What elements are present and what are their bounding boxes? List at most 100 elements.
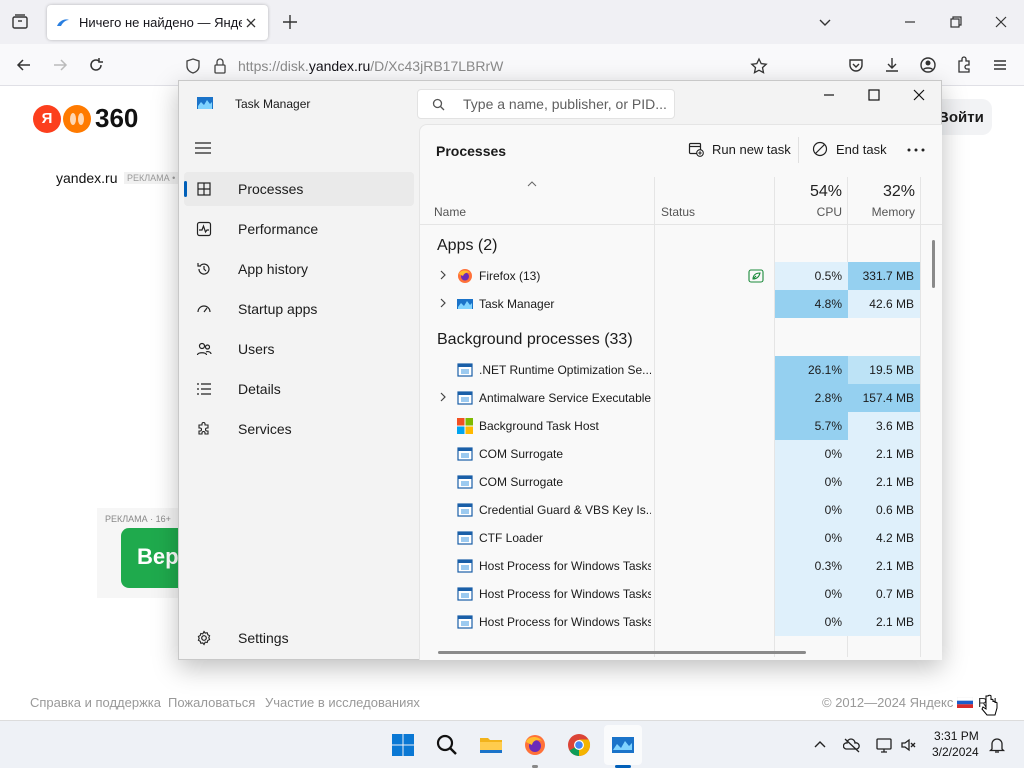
service-window-icon (457, 615, 473, 629)
spacer (775, 318, 920, 356)
footer-research-link[interactable]: Участие в исследованиях (265, 695, 420, 710)
horizontal-scrollbar[interactable] (438, 651, 806, 654)
expand-chevron-icon[interactable] (438, 270, 448, 280)
minimize-window-icon[interactable] (900, 12, 920, 32)
pocket-icon[interactable] (846, 55, 866, 75)
table-row[interactable]: COM Surrogate 0% 2.1 MB (420, 440, 942, 468)
sidebar-item-details[interactable]: Details (184, 372, 414, 406)
ad-button[interactable]: Вер (121, 528, 179, 588)
browser-tab[interactable]: Ничего не найдено — Яндекс (47, 5, 268, 40)
firefox-taskbar-icon[interactable] (523, 733, 547, 757)
column-memory[interactable]: Memory (848, 205, 915, 219)
sidebar-item-settings[interactable]: Settings (184, 621, 414, 655)
close-window-icon[interactable] (991, 12, 1011, 32)
table-row[interactable]: Background Task Host 5.7% 3.6 MB (420, 412, 942, 440)
service-window-icon (457, 559, 473, 573)
column-status[interactable]: Status (661, 205, 695, 219)
extensions-icon[interactable] (954, 55, 974, 75)
task-manager-window: Task Manager Type a name, publisher, or … (178, 80, 942, 660)
sidebar-label: Details (238, 381, 281, 397)
table-row[interactable]: Firefox (13) 0.5% 331.7 MB (420, 262, 942, 290)
show-hidden-icons-chevron-icon[interactable] (811, 736, 829, 754)
table-row[interactable]: Host Process for Windows Tasks 0% 2.1 MB (420, 608, 942, 636)
close-tab-icon[interactable] (242, 14, 260, 32)
run-new-task-label: Run new task (712, 141, 791, 157)
back-arrow-icon[interactable] (14, 55, 34, 75)
hamburger-menu-icon[interactable] (990, 55, 1010, 75)
end-task-button[interactable]: End task (812, 141, 887, 157)
expand-chevron-icon[interactable] (438, 392, 448, 402)
tracking-protection-shield-icon[interactable] (184, 57, 202, 75)
more-options-icon[interactable] (907, 147, 925, 153)
url-text[interactable]: https://disk.yandex.ru/D/Xc43jRB17LBRrW (238, 58, 503, 74)
tab-title: Ничего не найдено — Яндекс (79, 15, 242, 30)
network-icon[interactable] (875, 736, 893, 754)
cpu-total-percent: 54% (809, 183, 842, 200)
process-name: Background Task Host (479, 419, 599, 433)
system-clock[interactable]: 3:31 PM 3/2/2024 (932, 728, 979, 760)
windows-start-icon[interactable] (391, 733, 415, 757)
tm-minimize-icon[interactable] (821, 87, 837, 103)
file-explorer-icon[interactable] (479, 733, 503, 757)
table-row[interactable]: .NET Runtime Optimization Se... 26.1% 19.5… (420, 356, 942, 384)
sidebar-item-services[interactable]: Services (184, 412, 414, 446)
tab-list-icon[interactable] (8, 10, 32, 34)
account-icon[interactable] (918, 55, 938, 75)
service-window-icon (457, 447, 473, 461)
process-cpu: 0% (775, 608, 848, 636)
service-window-icon (457, 363, 473, 377)
yandex-360-logo[interactable]: Я 360 (33, 103, 138, 134)
table-row[interactable]: Credential Guard & VBS Key Is... 0% 0.6 MB (420, 496, 942, 524)
yandex-disk-favicon-icon (57, 18, 69, 26)
list-all-tabs-chevron-icon[interactable] (815, 12, 835, 32)
chrome-icon[interactable] (567, 733, 591, 757)
downloads-icon[interactable] (882, 55, 902, 75)
table-row[interactable]: Host Process for Windows Tasks 0% 0.7 MB (420, 580, 942, 608)
logo-ya-letter: Я (33, 104, 61, 133)
process-name: Host Process for Windows Tasks (479, 615, 651, 629)
volume-muted-icon[interactable] (899, 736, 917, 754)
sidebar-item-users[interactable]: Users (184, 332, 414, 366)
russia-flag-icon[interactable] (957, 697, 973, 708)
site-link[interactable]: yandex.ru (56, 170, 117, 186)
table-row[interactable]: Host Process for Windows Tasks 0.3% 2.1 MB (420, 552, 942, 580)
sidebar-label: Performance (238, 221, 319, 237)
search-icon[interactable] (435, 733, 459, 757)
table-row[interactable]: Task Manager 4.8% 42.6 MB (420, 290, 942, 318)
tm-close-icon[interactable] (911, 87, 927, 103)
column-name[interactable]: Name (434, 205, 466, 219)
column-cpu[interactable]: CPU (775, 205, 842, 219)
sidebar-item-processes[interactable]: Processes (184, 172, 414, 206)
tm-maximize-icon[interactable] (866, 87, 882, 103)
table-row[interactable]: COM Surrogate 0% 2.1 MB (420, 468, 942, 496)
lock-icon[interactable] (212, 57, 228, 75)
footer-complain-link[interactable]: Пожаловаться (168, 695, 255, 710)
forward-arrow-icon[interactable] (50, 55, 70, 75)
notifications-bell-icon[interactable] (988, 736, 1006, 754)
footer-help-link[interactable]: Справка и поддержка (30, 695, 161, 710)
address-bar[interactable]: https://disk.yandex.ru/D/Xc43jRB17LBRrW (176, 51, 781, 81)
task-manager-taskbar-icon[interactable] (611, 733, 635, 757)
processes-icon (197, 182, 211, 196)
expand-chevron-icon[interactable] (438, 298, 448, 308)
new-tab-icon[interactable] (280, 12, 300, 32)
process-cpu: 0% (775, 524, 848, 552)
run-new-task-button[interactable]: Run new task (688, 141, 791, 157)
table-row[interactable]: Antimalware Service Executable 2.8% 157.4 … (420, 384, 942, 412)
sort-ascending-icon[interactable] (527, 181, 537, 187)
bookmark-star-icon[interactable] (750, 57, 768, 75)
onedrive-offline-icon[interactable] (843, 736, 861, 754)
vertical-scrollbar[interactable] (932, 240, 935, 288)
restore-window-icon[interactable] (946, 12, 966, 32)
ad-banner[interactable]: РЕКЛАМА · 16+ Вер (97, 508, 179, 598)
process-cpu: 26.1% (775, 356, 848, 384)
hamburger-menu-icon[interactable] (195, 141, 211, 155)
process-memory: 2.1 MB (848, 552, 920, 580)
sidebar-item-startup[interactable]: Startup apps (184, 292, 414, 326)
search-input[interactable]: Type a name, publisher, or PID... (417, 89, 675, 119)
reload-icon[interactable] (86, 55, 106, 75)
process-name: .NET Runtime Optimization Se... (479, 363, 651, 377)
table-row[interactable]: CTF Loader 0% 4.2 MB (420, 524, 942, 552)
sidebar-item-performance[interactable]: Performance (184, 212, 414, 246)
sidebar-item-app-history[interactable]: App history (184, 252, 414, 286)
